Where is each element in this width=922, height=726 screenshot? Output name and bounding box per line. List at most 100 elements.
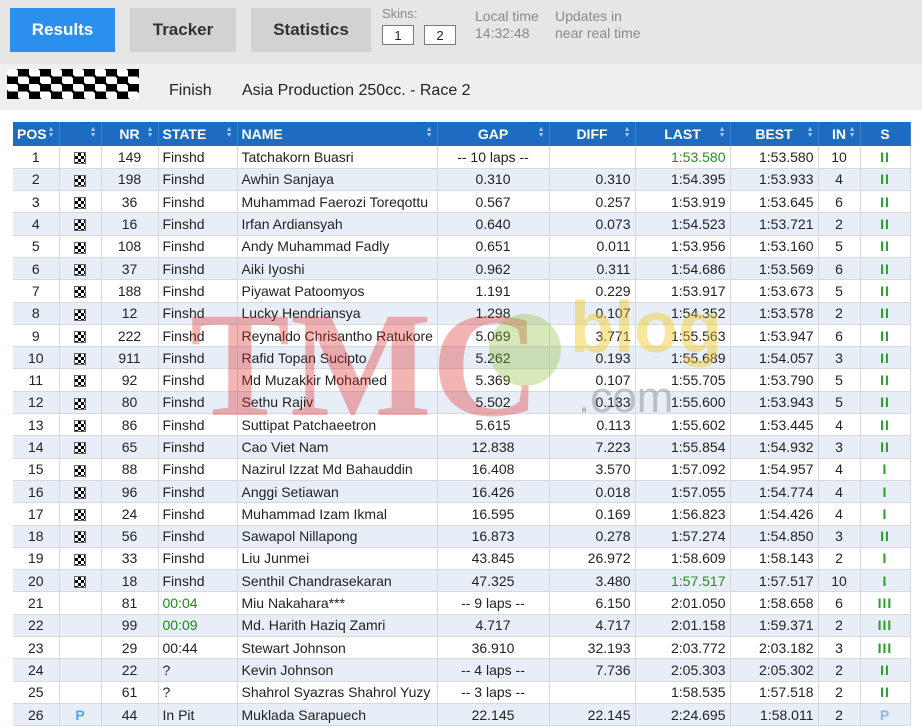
table-row[interactable]: 13 86 Finshd Suttipat Patchaeetron 5.615 0.11… [13, 413, 911, 437]
table-row[interactable]: 3 36 Finshd Muhammad Faerozi Toreqottu 0.567… [13, 190, 911, 214]
cell-gap: 0.567 [437, 190, 550, 214]
table-row[interactable]: 5 108 Finshd Andy Muhammad Fadly 0.651 0.011 1… [13, 235, 911, 258]
cell-state: Finshd [158, 502, 238, 526]
cell-diff [549, 681, 636, 704]
cell-best: 1:57.517 [730, 569, 819, 593]
cell-flag [59, 302, 102, 325]
col-nr[interactable]: NR ▲ ▼ [101, 122, 159, 146]
cell-last: 1:58.609 [635, 547, 731, 571]
table-row[interactable]: 10 911 Finshd Rafid Topan Sucipto 5.262 0.193… [13, 346, 911, 370]
table-row[interactable]: 6 37 Finshd Aiki Iyoshi 0.962 0.311 1:54.686 1:… [13, 257, 911, 281]
table-row[interactable]: 16 96 Finshd Anggi Setiawan 16.426 0.018 1:57.… [13, 480, 911, 504]
updates-line1: Updates in [555, 8, 622, 24]
cell-gap: 16.408 [437, 458, 550, 481]
skin-2-button[interactable]: 2 [424, 25, 456, 45]
cell-flag [59, 235, 102, 258]
cell-nr: 198 [101, 168, 159, 192]
cell-best: 1:53.673 [730, 279, 819, 303]
cell-nr: 56 [101, 525, 159, 548]
cell-flag [59, 324, 102, 348]
tab-statistics[interactable]: Statistics [251, 8, 371, 52]
table-row[interactable]: 12 80 Finshd Sethu Rajiv 5.502 0.133 1:55.600 1… [13, 391, 911, 415]
cell-name: Muhammad Izam Ikmal [237, 502, 438, 526]
local-time-value: 14:32:48 [475, 25, 530, 41]
skin-1-button[interactable]: 1 [382, 25, 414, 45]
table-row[interactable]: 26 P 44 In Pit Muklada Sarapuech 22.145 22.145… [13, 703, 911, 726]
cell-diff: 3.771 [549, 324, 636, 348]
cell-nr: 61 [101, 681, 159, 704]
table-row[interactable]: 2 198 Finshd Awhin Sanjaya 0.310 0.310 1:54.39… [13, 168, 911, 192]
table-row[interactable]: 20 18 Finshd Senthil Chandrasekaran 47.325 3.… [13, 569, 911, 593]
col-last[interactable]: LAST ▲ ▼ [635, 122, 731, 146]
cell-s: II [860, 146, 911, 169]
cell-in: 6 [818, 190, 861, 214]
table-row[interactable]: 1 149 Finshd Tatchakorn Buasri -- 10 laps --… [13, 146, 911, 169]
cell-best: 1:53.943 [730, 391, 819, 415]
col-name[interactable]: NAME ▲ ▼ [237, 122, 438, 146]
cell-in: 4 [818, 458, 861, 481]
table-row[interactable]: 11 92 Finshd Md Muzakkir Mohamed 5.369 0.107 1… [13, 368, 911, 392]
cell-flag [59, 636, 102, 660]
table-row[interactable]: 24 22? Kevin Johnson -- 4 laps -- 7.736 2:05.… [13, 658, 911, 682]
checkered-flag-icon [74, 330, 86, 343]
cell-last: 1:54.395 [635, 168, 731, 192]
sector-indicator: I [882, 483, 888, 500]
table-row[interactable]: 22 99 00:09 Md. Harith Haziq Zamri 4.717 4.71… [13, 614, 911, 638]
cell-best: 1:53.160 [730, 235, 819, 258]
cell-last: 1:57.092 [635, 458, 731, 481]
col-state[interactable]: STATE ▲ ▼ [158, 122, 238, 146]
table-row[interactable]: 4 16 Finshd Irfan Ardiansyah 0.640 0.073 1:54.… [13, 212, 911, 236]
cell-flag [59, 614, 102, 638]
table-row[interactable]: 9 222 Finshd Reynaldo Chrisantho Ratukore 5.… [13, 324, 911, 348]
table-row[interactable]: 17 24 Finshd Muhammad Izam Ikmal 16.595 0.169… [13, 502, 911, 526]
cell-s: II [860, 212, 911, 236]
table-row[interactable]: 15 88 Finshd Nazirul Izzat Md Bahauddin 16.4… [13, 458, 911, 481]
col-in[interactable]: IN ▲ ▼ [818, 122, 861, 146]
cell-s: I [860, 547, 911, 571]
table-row[interactable]: 14 65 Finshd Cao Viet Nam 12.838 7.223 1:55.85… [13, 435, 911, 459]
tab-results[interactable]: Results [10, 8, 115, 52]
table-row[interactable]: 18 56 Finshd Sawapol Nillapong 16.873 0.278 1:… [13, 525, 911, 548]
sector-indicator: II [880, 684, 890, 701]
cell-in: 5 [818, 391, 861, 415]
col-best[interactable]: BEST ▲ ▼ [730, 122, 819, 146]
cell-last: 1:57.055 [635, 480, 731, 504]
table-row[interactable]: 23 29 00:44 Stewart Johnson 36.910 32.193 2:03… [13, 636, 911, 660]
table-row[interactable]: 8 12 Finshd Lucky Hendriansya 1.298 0.107 1:54… [13, 302, 911, 325]
cell-gap: 5.069 [437, 324, 550, 348]
table-row[interactable]: 21 81 00:04 Miu Nakahara*** -- 9 laps -- 6.15… [13, 591, 911, 615]
checkered-flag-icon [74, 375, 86, 388]
tab-tracker[interactable]: Tracker [130, 8, 236, 52]
cell-diff: 0.278 [549, 525, 636, 548]
sector-indicator: P [879, 706, 891, 723]
col-flag[interactable]: ▲ ▼ [59, 122, 102, 146]
col-diff[interactable]: DIFF ▲ ▼ [549, 122, 636, 146]
col-gap[interactable]: GAP ▲ ▼ [437, 122, 550, 146]
cell-pos: 24 [13, 658, 60, 682]
table-row[interactable]: 25 61? Shahrol Syazras Shahrol Yuzy -- 3 la… [13, 681, 911, 704]
cell-s: P [860, 703, 911, 726]
table-row[interactable]: 7 188 Finshd Piyawat Patoomyos 1.191 0.229 1:5… [13, 279, 911, 303]
table-row[interactable]: 19 33 Finshd Liu Junmei 43.845 26.972 1:58.609… [13, 547, 911, 571]
sector-indicator: III [877, 595, 893, 612]
cell-nr: 44 [101, 703, 159, 726]
cell-s: III [860, 636, 911, 660]
col-s[interactable]: S [860, 122, 911, 146]
sector-indicator: II [880, 282, 890, 299]
cell-in: 3 [818, 636, 861, 660]
cell-last: 1:55.854 [635, 435, 731, 459]
cell-state: Finshd [158, 480, 238, 504]
cell-in: 3 [818, 525, 861, 548]
cell-pos: 26 [13, 703, 60, 726]
sector-indicator: III [877, 639, 893, 656]
cell-gap: 1.298 [437, 302, 550, 325]
cell-nr: 24 [101, 502, 159, 526]
cell-name: Senthil Chandrasekaran [237, 569, 438, 593]
cell-gap: 16.873 [437, 525, 550, 548]
cell-name: Cao Viet Nam [237, 435, 438, 459]
col-pos[interactable]: POS ▲ ▼ [13, 122, 60, 146]
cell-best: 1:54.850 [730, 525, 819, 548]
cell-flag [59, 480, 102, 504]
cell-pos: 9 [13, 324, 60, 348]
cell-state: Finshd [158, 168, 238, 192]
